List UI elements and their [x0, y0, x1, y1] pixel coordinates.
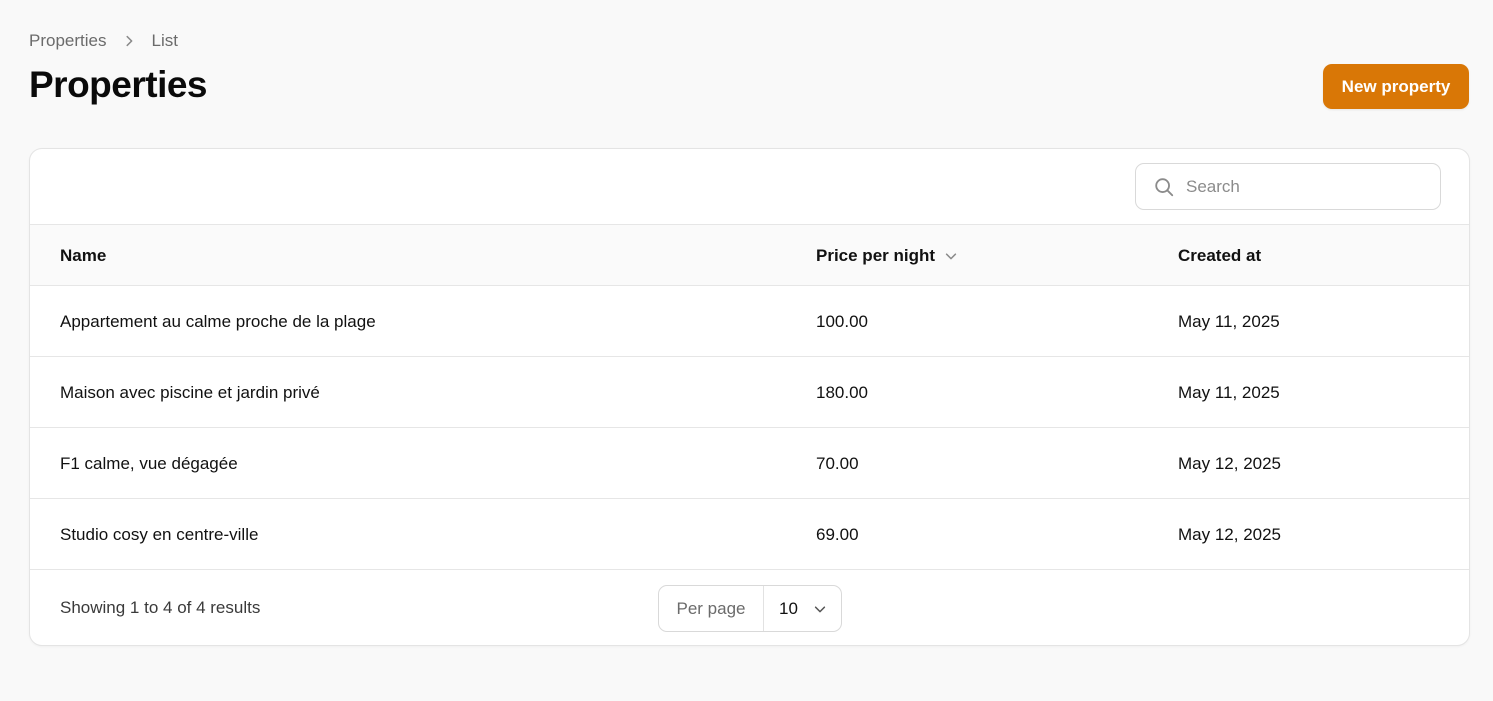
- cell-price: 100.00: [816, 311, 868, 331]
- cell-name: Appartement au calme proche de la plage: [60, 311, 376, 331]
- breadcrumb-item-properties[interactable]: Properties: [29, 31, 106, 51]
- per-page-select[interactable]: 10: [764, 586, 841, 631]
- search-field[interactable]: [1135, 163, 1441, 210]
- cell-price: 69.00: [816, 524, 859, 544]
- cell-created-at: May 11, 2025: [1178, 382, 1280, 402]
- properties-list-page: Properties List Properties New property …: [0, 0, 1493, 701]
- cell-name: Maison avec piscine et jardin privé: [60, 382, 320, 402]
- per-page-value: 10: [779, 598, 798, 618]
- per-page-control: Per page 10: [658, 585, 842, 632]
- table-footer: Showing 1 to 4 of 4 results Per page 10: [30, 570, 1469, 645]
- breadcrumb: Properties List: [29, 31, 178, 51]
- column-header-name: Name: [60, 245, 107, 265]
- new-property-button[interactable]: New property: [1323, 64, 1469, 109]
- chevron-down-icon: [944, 249, 958, 263]
- properties-table-card: Name Price per night Created at Appartem…: [29, 148, 1470, 646]
- search-input[interactable]: [1186, 176, 1416, 197]
- column-header-created-at: Created at: [1178, 245, 1262, 265]
- table-row[interactable]: Appartement au calme proche de la plage …: [30, 286, 1469, 357]
- cell-price: 70.00: [816, 453, 859, 473]
- cell-created-at: May 11, 2025: [1178, 311, 1280, 331]
- table-header: Name Price per night Created at: [30, 225, 1469, 286]
- table-row[interactable]: Studio cosy en centre-ville 69.00 May 12…: [30, 499, 1469, 570]
- table-row[interactable]: Maison avec piscine et jardin privé 180.…: [30, 357, 1469, 428]
- breadcrumb-item-list: List: [151, 31, 178, 50]
- search-icon: [1153, 176, 1175, 198]
- cell-name: Studio cosy en centre-ville: [60, 524, 259, 544]
- chevron-right-icon: [106, 34, 151, 48]
- per-page-label: Per page: [659, 586, 764, 631]
- column-header-label: Price per night: [816, 245, 936, 265]
- cell-created-at: May 12, 2025: [1178, 524, 1282, 544]
- cell-price: 180.00: [816, 382, 868, 402]
- cell-created-at: May 12, 2025: [1178, 453, 1282, 473]
- table-row[interactable]: F1 calme, vue dégagée 70.00 May 12, 2025: [30, 428, 1469, 499]
- pagination-summary: Showing 1 to 4 of 4 results: [60, 597, 261, 617]
- cell-name: F1 calme, vue dégagée: [60, 453, 238, 473]
- page-title: Properties: [29, 64, 208, 105]
- chevron-down-icon: [813, 602, 827, 616]
- column-header-price-per-night[interactable]: Price per night: [816, 225, 958, 286]
- table-toolbar: [30, 149, 1469, 225]
